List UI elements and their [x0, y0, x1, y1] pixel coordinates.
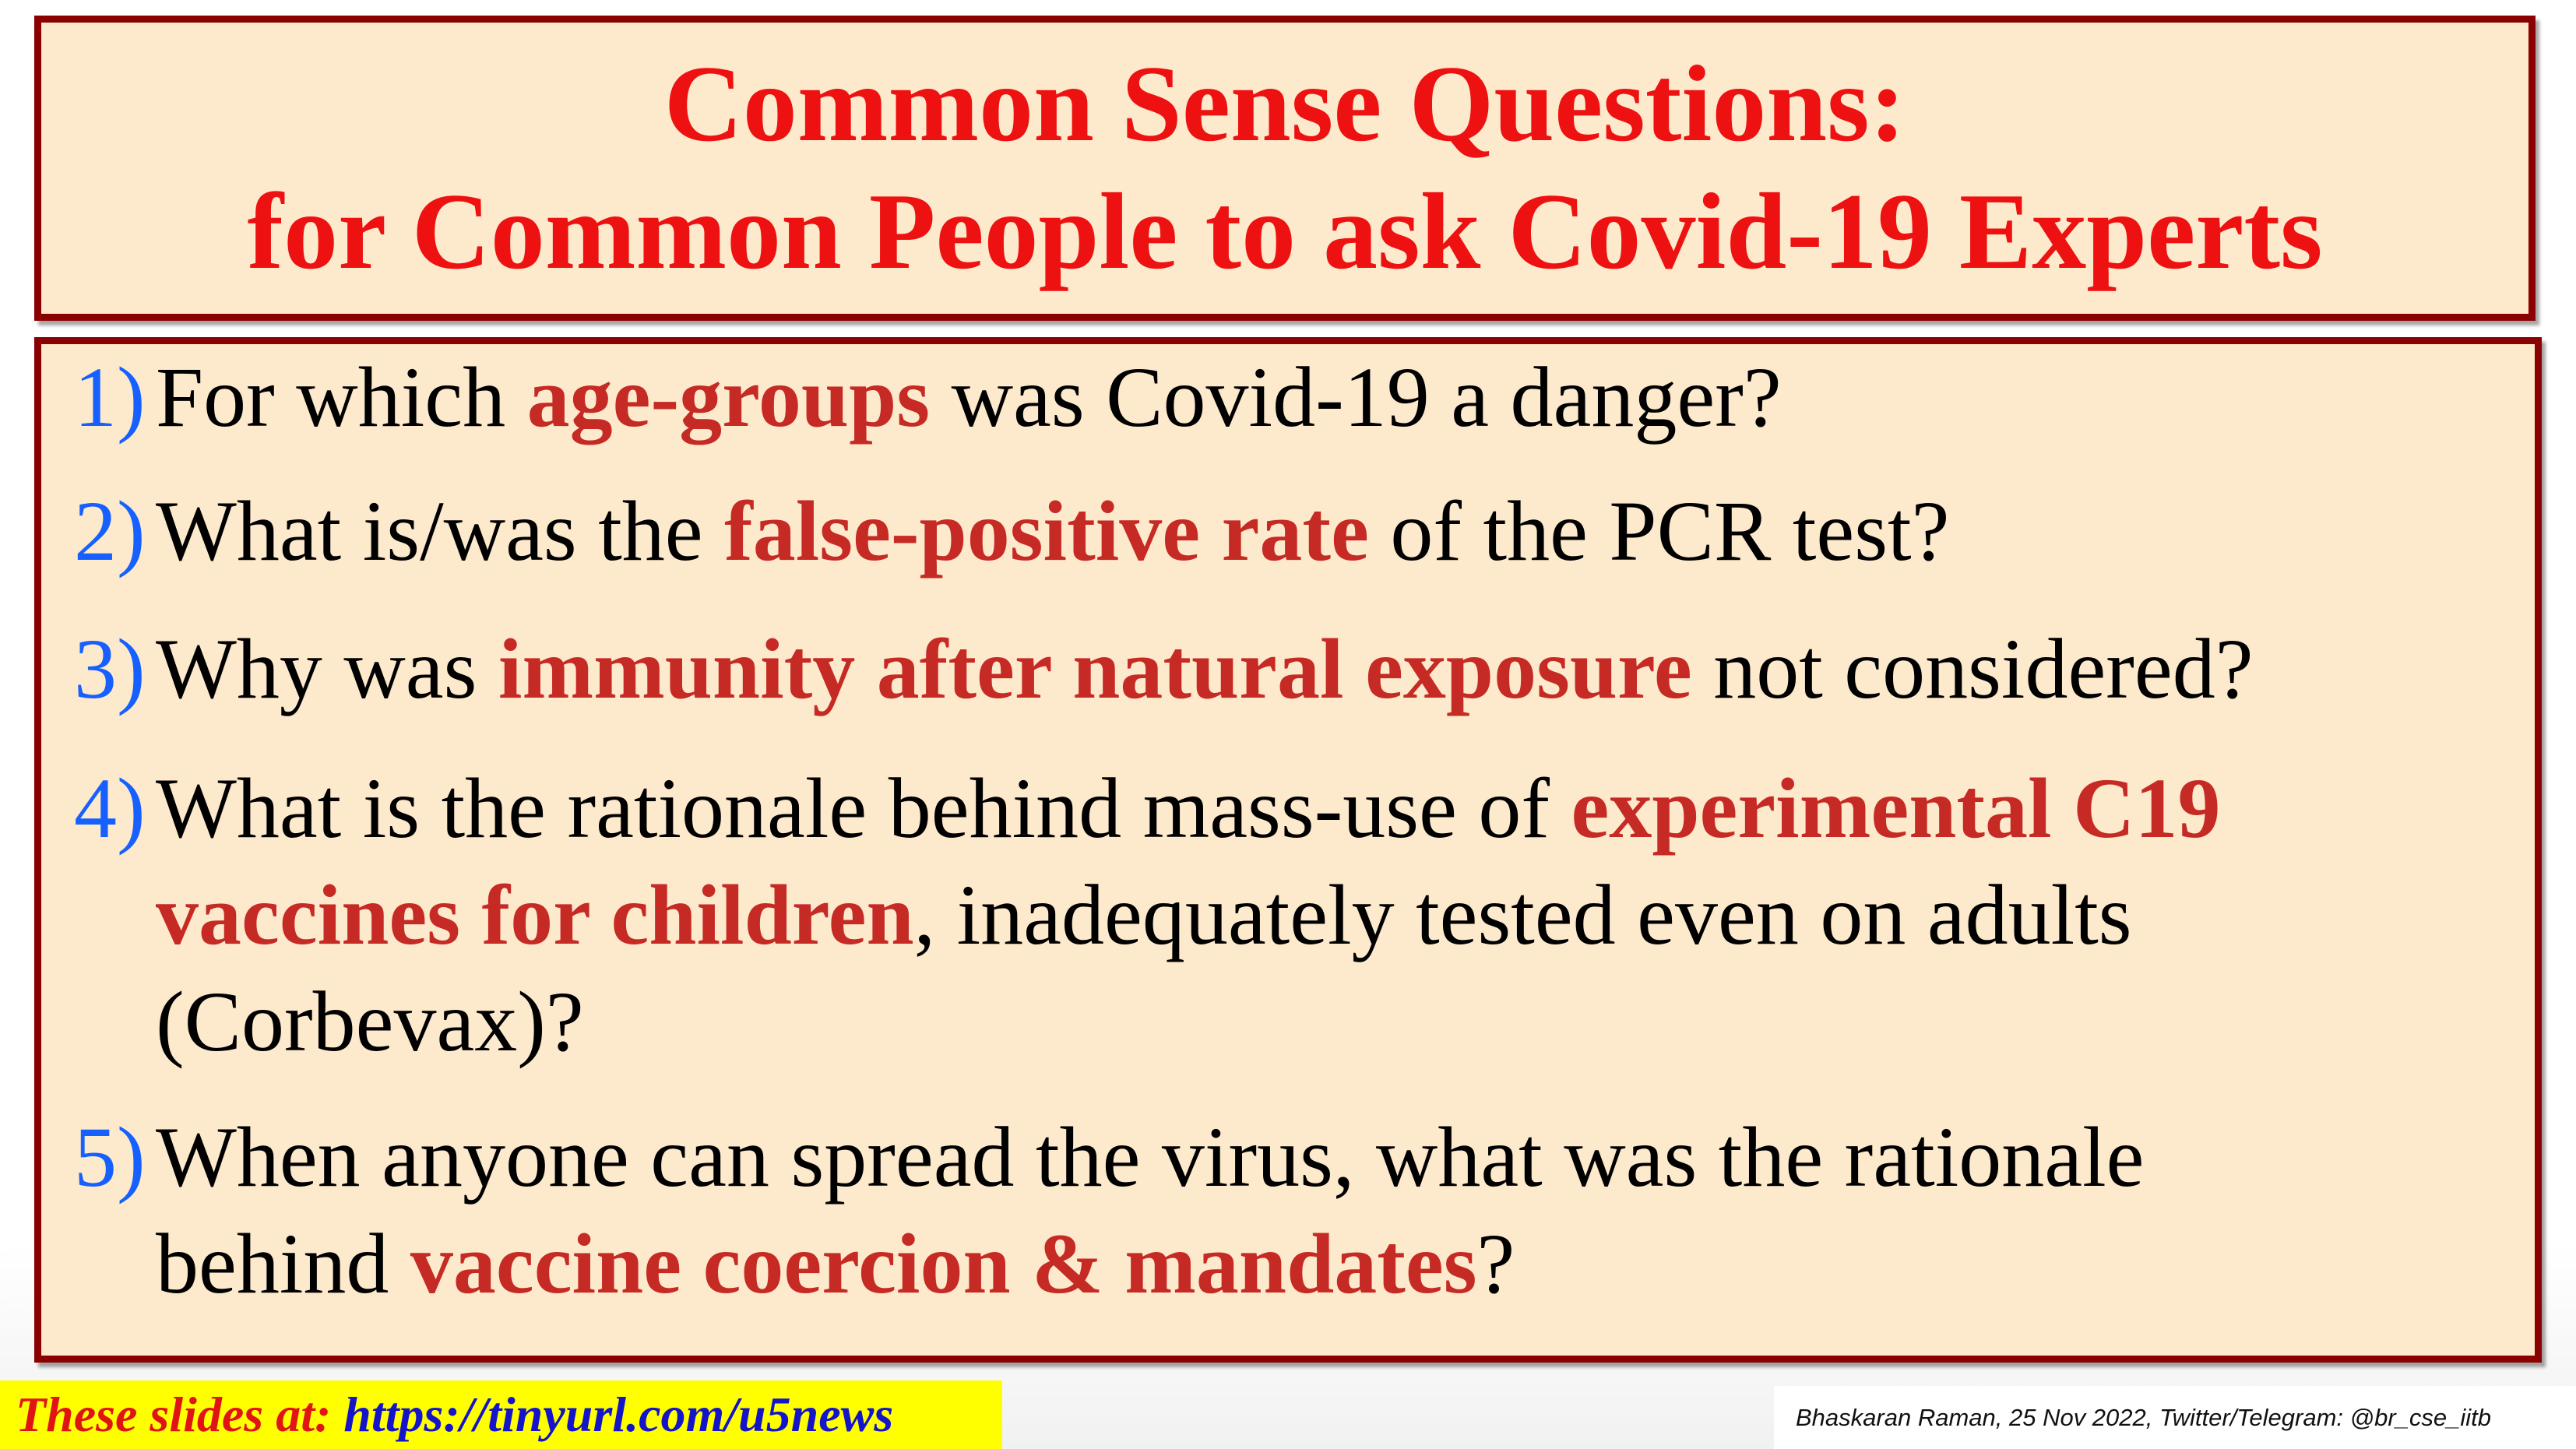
question-highlight: experimental C19 — [1571, 761, 2221, 856]
question-text: was Covid-19 a danger? — [930, 350, 1782, 445]
question-text: , inadequately tested even on adults — [913, 867, 2132, 962]
slide-title-line-2: for Common People to ask Covid-19 Expert… — [247, 171, 2323, 292]
question-highlight: false-positive rate — [724, 484, 1369, 579]
question-text: behind — [156, 1216, 410, 1311]
slide-title-line-1: Common Sense Questions: — [663, 44, 1906, 164]
question-text: When anyone can spread the virus, what w… — [156, 1110, 2145, 1205]
question-highlight: age-groups — [526, 350, 931, 445]
question-text: Why was — [156, 621, 498, 716]
question-3: 3) Why was immunity after natural exposu… — [74, 616, 2535, 723]
question-text: ? — [1476, 1216, 1515, 1311]
question-text: What is/was the — [156, 484, 725, 579]
question-highlight: vaccines for children — [156, 867, 914, 962]
question-text: For which — [156, 350, 527, 445]
slides-link-label: These slides at: — [16, 1387, 344, 1442]
author-credit: Bhaskaran Raman, 25 Nov 2022, Twitter/Te… — [1774, 1386, 2576, 1449]
question-highlight: vaccine coercion & mandates — [410, 1216, 1477, 1311]
question-text: (Corbevax)? — [156, 974, 584, 1069]
question-2: 2) What is/was the false-positive rate o… — [74, 478, 2535, 585]
question-5: 5) When anyone can spread the virus, wha… — [74, 1104, 2535, 1317]
question-text: not considered? — [1691, 621, 2254, 716]
question-text: What is the rationale behind mass-use of — [156, 761, 1571, 856]
question-4: 4) What is the rationale behind mass-use… — [74, 755, 2535, 1075]
question-number: 4) — [74, 761, 146, 856]
question-number: 3) — [74, 621, 146, 716]
question-number: 2) — [74, 484, 146, 579]
slides-link-banner: These slides at: https://tinyurl.com/u5n… — [0, 1380, 1002, 1449]
questions-panel: 1) For which age-groups was Covid-19 a d… — [34, 337, 2542, 1363]
question-number: 1) — [74, 350, 146, 445]
question-highlight: immunity after natural exposure — [498, 621, 1692, 716]
slides-link-url[interactable]: https://tinyurl.com/u5news — [343, 1387, 893, 1442]
title-panel: Common Sense Questions: for Common Peopl… — [34, 16, 2536, 321]
question-text: of the PCR test? — [1368, 484, 1950, 579]
question-number: 5) — [74, 1110, 146, 1205]
question-1: 1) For which age-groups was Covid-19 a d… — [74, 344, 2535, 451]
